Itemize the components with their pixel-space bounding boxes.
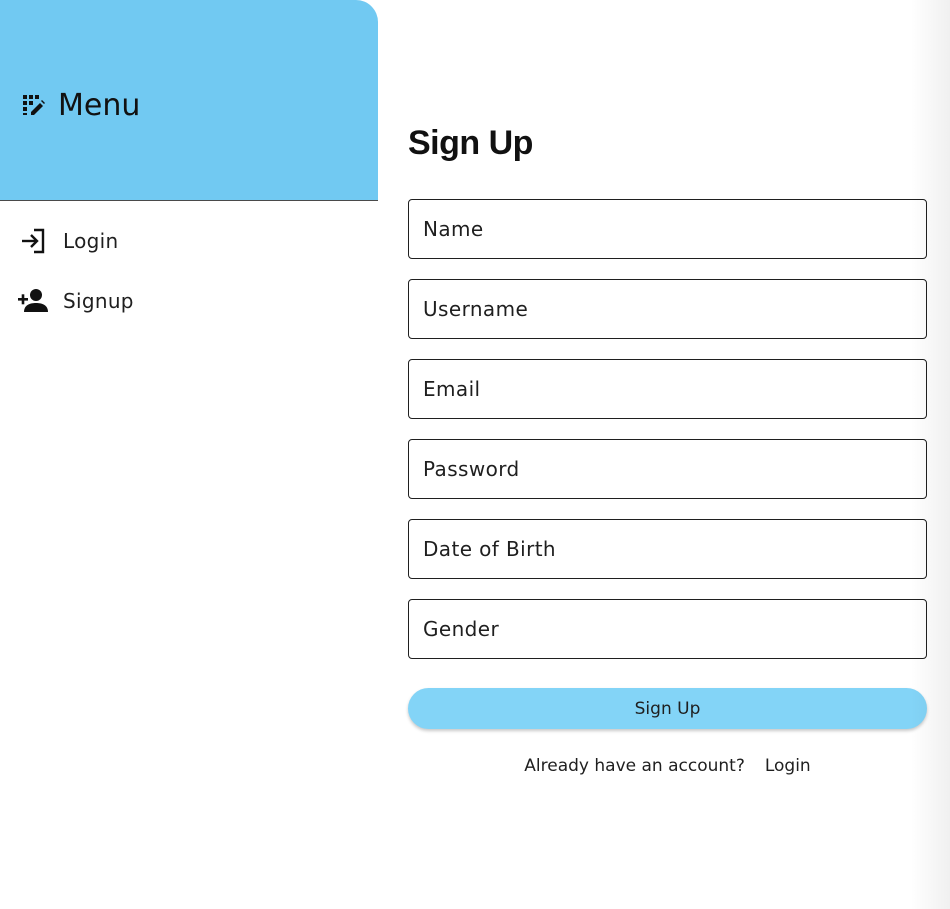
gender-field	[408, 599, 927, 659]
drawer-item-login[interactable]: Login	[0, 211, 378, 271]
username-input[interactable]	[409, 280, 926, 338]
date-of-birth-input[interactable]	[409, 520, 926, 578]
drawer-header: Menu	[0, 0, 378, 201]
email-field	[408, 359, 927, 419]
drawer-item-signup[interactable]: Signup	[0, 271, 378, 331]
signup-page: Sign Up Sign Up Already have an account?…	[378, 0, 950, 909]
name-field	[408, 199, 927, 259]
drawer-list: Login Signup	[0, 211, 378, 331]
navigation-drawer: Menu Login Signup	[0, 0, 378, 909]
name-input[interactable]	[409, 200, 926, 258]
username-field	[408, 279, 927, 339]
password-field	[408, 439, 927, 499]
login-link[interactable]: Login	[765, 756, 811, 776]
gender-input[interactable]	[409, 600, 926, 658]
password-input[interactable]	[409, 440, 926, 498]
menu-edit-icon	[20, 92, 46, 118]
login-prompt-row: Already have an account? Login	[408, 756, 927, 776]
login-prompt-text: Already have an account?	[524, 756, 745, 776]
app-root: Menu Login Signup Sign Up Name Username …	[0, 0, 950, 909]
drawer-title: Menu	[58, 87, 141, 123]
drawer-header-row: Menu	[20, 86, 140, 124]
drawer-item-label: Signup	[63, 289, 134, 313]
page-title: Sign Up	[408, 124, 533, 162]
drawer-item-label: Login	[63, 229, 119, 253]
person-add-icon	[18, 286, 48, 316]
email-input[interactable]	[409, 360, 926, 418]
login-icon	[18, 226, 48, 256]
sign-up-button[interactable]: Sign Up	[408, 688, 927, 729]
dob-field	[408, 519, 927, 579]
